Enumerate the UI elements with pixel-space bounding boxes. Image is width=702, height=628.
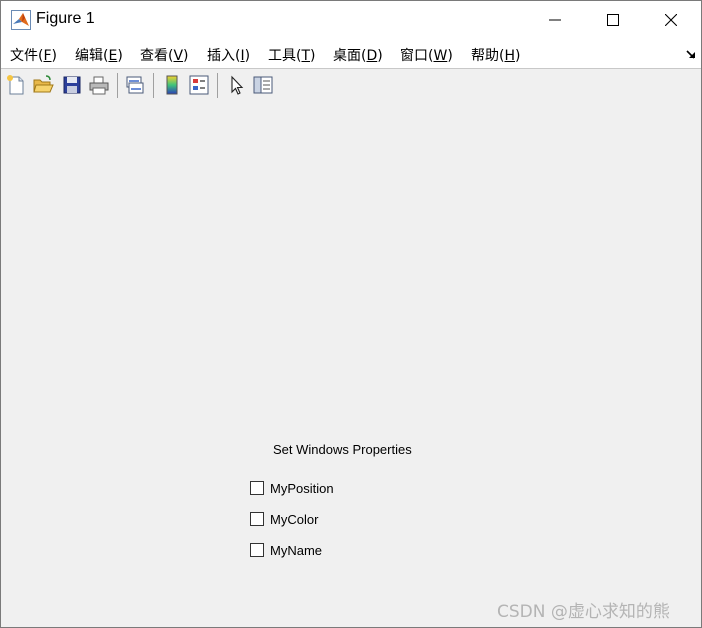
dock-arrow-icon[interactable] xyxy=(685,48,697,60)
menu-desktop-label: 桌面( xyxy=(333,48,367,64)
menu-help[interactable]: 帮助(H) xyxy=(471,45,520,65)
menu-view-label: 查看( xyxy=(140,48,174,64)
maximize-icon xyxy=(607,14,619,26)
menu-view[interactable]: 查看(V) xyxy=(140,45,189,65)
link-plot-icon[interactable] xyxy=(124,74,146,96)
minimize-icon xyxy=(549,19,561,21)
figure-canvas: Set Windows Properties MyPosition MyColo… xyxy=(1,102,701,627)
menu-edit-end: ) xyxy=(117,48,123,64)
checkbox-myname[interactable]: MyName xyxy=(250,541,322,559)
matlab-logo-icon xyxy=(11,10,31,30)
checkbox-myposition[interactable]: MyPosition xyxy=(250,479,334,497)
menu-edit-accel: E xyxy=(108,48,118,64)
maximize-button[interactable] xyxy=(584,1,642,39)
figure-window: Figure 1 文件(F) 编辑(E) 查看(V) 插入(I) 工具(T) 桌… xyxy=(0,0,702,628)
menu-help-end: ) xyxy=(515,48,521,64)
menu-desktop-end: ) xyxy=(377,48,383,64)
menu-window-end: ) xyxy=(447,48,453,64)
menu-desktop[interactable]: 桌面(D) xyxy=(333,45,383,65)
print-icon[interactable] xyxy=(88,74,110,96)
legend-icon[interactable] xyxy=(188,74,210,96)
menu-tools-label: 工具( xyxy=(268,48,302,64)
menu-file-accel: F xyxy=(43,48,52,64)
menu-file-end: ) xyxy=(51,48,57,64)
checkbox-label: MyPosition xyxy=(270,480,334,496)
panel-title: Set Windows Properties xyxy=(273,442,412,457)
menu-help-accel: H xyxy=(504,48,515,64)
menu-window-label: 窗口( xyxy=(400,48,434,64)
watermark-text: CSDN @虚心求知的熊 xyxy=(497,602,670,622)
save-icon[interactable] xyxy=(61,74,83,96)
menu-insert[interactable]: 插入(I) xyxy=(207,45,250,65)
menu-insert-label: 插入( xyxy=(207,48,241,64)
menu-edit[interactable]: 编辑(E) xyxy=(75,45,123,65)
menu-view-end: ) xyxy=(183,48,189,64)
close-icon xyxy=(665,14,677,26)
open-file-icon[interactable] xyxy=(32,74,54,96)
checkbox-box[interactable] xyxy=(250,481,264,495)
menu-window-accel: W xyxy=(433,48,448,64)
checkbox-label: MyColor xyxy=(270,511,319,527)
menu-insert-end: ) xyxy=(244,48,251,64)
menu-edit-label: 编辑( xyxy=(75,48,109,64)
title-bar[interactable]: Figure 1 xyxy=(1,1,701,39)
checkbox-label: MyName xyxy=(270,542,323,558)
menu-view-accel: V xyxy=(173,48,184,64)
menu-tools[interactable]: 工具(T) xyxy=(268,45,316,65)
new-figure-icon[interactable] xyxy=(5,74,27,96)
menu-desktop-accel: D xyxy=(366,48,378,64)
toolbar-separator xyxy=(117,73,118,98)
window-title: Figure 1 xyxy=(36,10,95,27)
property-inspector-icon[interactable] xyxy=(252,74,274,96)
checkbox-mycolor[interactable]: MyColor xyxy=(250,510,318,528)
toolbar-separator xyxy=(217,73,218,98)
figure-toolbar xyxy=(1,68,701,103)
pointer-icon[interactable] xyxy=(225,74,247,96)
menu-bar: 文件(F) 编辑(E) 查看(V) 插入(I) 工具(T) 桌面(D) 窗口(W… xyxy=(1,39,701,68)
menu-tools-end: ) xyxy=(310,48,316,64)
colorbar-icon[interactable] xyxy=(161,74,183,96)
menu-help-label: 帮助( xyxy=(471,48,505,64)
close-button[interactable] xyxy=(642,1,700,39)
menu-file-label: 文件( xyxy=(10,48,44,64)
checkbox-box[interactable] xyxy=(250,512,264,526)
menu-tools-accel: T xyxy=(301,48,311,64)
toolbar-separator xyxy=(153,73,154,98)
menu-file[interactable]: 文件(F) xyxy=(10,45,57,65)
menu-window[interactable]: 窗口(W) xyxy=(400,45,453,65)
minimize-button[interactable] xyxy=(526,1,584,39)
checkbox-box[interactable] xyxy=(250,543,264,557)
